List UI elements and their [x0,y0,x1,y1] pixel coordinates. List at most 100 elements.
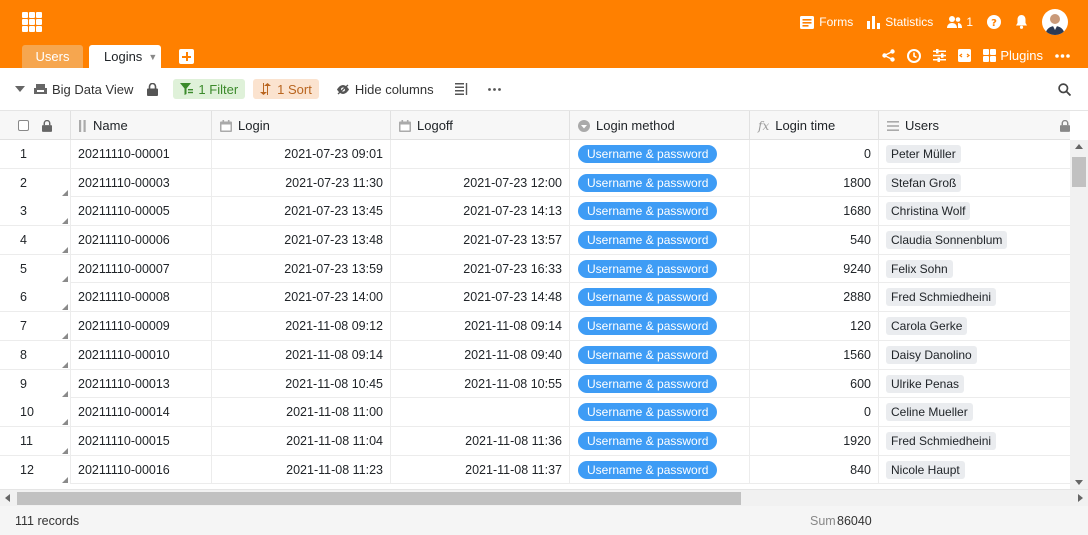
cell-login[interactable]: 2021-07-23 11:30 [212,168,391,197]
row-expand-handle[interactable] [62,304,68,311]
row-expand-handle[interactable] [62,275,68,282]
row-expand-handle[interactable] [62,361,68,368]
cell-name[interactable]: 20211110-00016 [71,455,212,484]
cell-login[interactable]: 2021-11-08 09:12 [212,312,391,341]
avatar[interactable] [1042,9,1068,35]
cell-login[interactable]: 2021-11-08 09:14 [212,340,391,369]
scroll-up-arrow-icon[interactable] [1075,144,1083,149]
row-expand-handle[interactable] [62,447,68,454]
table-row[interactable]: 11 20211110-00015 2021-11-08 11:04 2021-11-… [0,426,1070,456]
toolbar-more-button[interactable] [487,87,501,91]
cell-users[interactable]: Felix Sohn [879,255,1070,283]
row-number[interactable]: 2 [0,168,71,197]
cell-login[interactable]: 2021-07-23 13:48 [212,226,391,255]
table-row[interactable]: 10 20211110-00014 2021-11-08 11:00 Username… [0,398,1070,427]
table-row[interactable]: 7 20211110-00009 2021-11-08 09:12 2021-11-0… [0,312,1070,341]
row-number[interactable]: 3 [0,197,71,226]
cell-login-time[interactable]: 120 [750,312,879,341]
hide-columns-button[interactable]: Hide columns [336,82,434,97]
cell-users[interactable]: Celine Mueller [879,398,1070,426]
row-number[interactable]: 10 [0,398,71,427]
plugins-button[interactable]: Plugins [983,48,1043,63]
cell-logoff[interactable]: 2021-07-23 14:13 [391,197,570,226]
horizontal-scrollbar[interactable] [0,489,1088,506]
apps-grid-icon[interactable] [22,12,42,32]
share-button[interactable] [882,49,896,62]
cell-users[interactable]: Daisy Danolino [879,341,1070,369]
row-number[interactable]: 5 [0,254,71,283]
cell-logoff[interactable]: 2021-07-23 16:33 [391,254,570,283]
cell-users[interactable]: Nicole Haupt [879,456,1070,484]
cell-users[interactable]: Ulrike Penas [879,370,1070,398]
cell-login-time[interactable]: 0 [750,140,879,168]
cell-logoff[interactable] [391,398,570,427]
column-header-login[interactable]: Login [212,111,391,140]
row-number[interactable]: 11 [0,426,71,455]
row-expand-handle[interactable] [62,419,68,426]
view-selector[interactable]: Big Data View [34,82,133,97]
cell-login[interactable]: 2021-07-23 13:59 [212,254,391,283]
cell-users[interactable]: Claudia Sonnenblum [879,226,1070,254]
add-table-button[interactable] [179,49,194,64]
cell-users[interactable]: Stefan Groß [879,169,1070,197]
cell-name[interactable]: 20211110-00003 [71,168,212,197]
cell-login-method[interactable]: Username & password [570,312,750,341]
history-button[interactable] [907,48,922,63]
cell-login-method[interactable]: Username & password [570,283,750,312]
cell-name[interactable]: 20211110-00013 [71,369,212,398]
row-number[interactable]: 4 [0,226,71,255]
column-header-name[interactable]: Name [71,111,212,140]
table-row[interactable]: 9 20211110-00013 2021-11-08 10:45 2021-11-0… [0,369,1070,399]
filter-button[interactable]: 1 Filter [173,79,246,99]
cell-name[interactable]: 20211110-00001 [71,140,212,168]
cell-users[interactable]: Christina Wolf [879,197,1070,225]
row-expand-handle[interactable] [62,390,68,397]
collaborators-button[interactable]: 1 [947,15,973,29]
cell-login-time[interactable]: 1920 [750,426,879,455]
cell-users[interactable]: Fred Schmiedheini [879,283,1070,311]
chevron-down-icon[interactable]: ▼ [148,52,157,62]
column-header-login-method[interactable]: Login method [570,111,750,140]
cell-name[interactable]: 20211110-00006 [71,226,212,255]
row-height-button[interactable] [454,83,468,95]
cell-login[interactable]: 2021-11-08 11:00 [212,398,391,427]
row-number[interactable]: 6 [0,283,71,312]
row-number[interactable]: 1 [0,140,71,168]
row-expand-handle[interactable] [62,476,68,483]
settings-button[interactable] [933,49,947,62]
tab-logins[interactable]: Logins ▼ [89,45,161,68]
cell-login-method[interactable]: Username & password [570,369,750,398]
row-expand-handle[interactable] [62,247,68,254]
cell-login[interactable]: 2021-11-08 10:45 [212,369,391,398]
cell-login-time[interactable]: 1560 [750,340,879,369]
scripts-button[interactable] [958,49,972,62]
cell-login-method[interactable]: Username & password [570,426,750,455]
row-expand-handle[interactable] [62,333,68,340]
row-expand-handle[interactable] [62,189,68,196]
row-number[interactable]: 8 [0,340,71,369]
column-header-login-time[interactable]: fx Login time [750,111,879,140]
table-row[interactable]: 2 20211110-00003 2021-07-23 11:30 2021-07-2… [0,168,1070,198]
row-number[interactable]: 12 [0,455,71,484]
cell-login-time[interactable]: 1680 [750,197,879,226]
table-row[interactable]: 1 20211110-00001 2021-07-23 09:01 Username … [0,140,1070,169]
cell-users[interactable]: Fred Schmiedheini [879,427,1070,455]
cell-name[interactable]: 20211110-00010 [71,340,212,369]
cell-login[interactable]: 2021-11-08 11:04 [212,426,391,455]
views-dropdown-button[interactable] [15,86,25,92]
cell-logoff[interactable]: 2021-11-08 09:40 [391,340,570,369]
scroll-left-arrow-icon[interactable] [5,494,10,502]
cell-login-time[interactable]: 1800 [750,168,879,197]
cell-name[interactable]: 20211110-00008 [71,283,212,312]
cell-login-method[interactable]: Username & password [570,226,750,255]
cell-login-method[interactable]: Username & password [570,398,750,427]
cell-name[interactable]: 20211110-00009 [71,312,212,341]
scroll-right-arrow-icon[interactable] [1078,494,1083,502]
cell-login-method[interactable]: Username & password [570,455,750,484]
cell-logoff[interactable]: 2021-07-23 13:57 [391,226,570,255]
row-number[interactable]: 9 [0,369,71,398]
cell-login-time[interactable]: 840 [750,455,879,484]
cell-login-time[interactable]: 600 [750,369,879,398]
forms-button[interactable]: Forms [800,15,853,29]
table-row[interactable]: 8 20211110-00010 2021-11-08 09:14 2021-11-0… [0,340,1070,370]
